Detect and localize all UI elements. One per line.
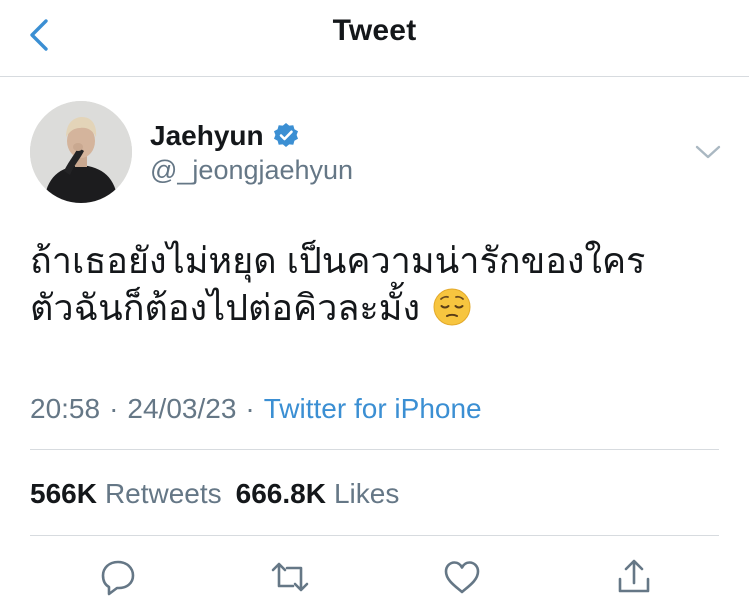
- share-icon[interactable]: [612, 555, 656, 599]
- display-name[interactable]: Jaehyun: [150, 120, 264, 152]
- retweet-icon[interactable]: [268, 555, 312, 599]
- likes-label: Likes: [333, 478, 400, 509]
- author-handle[interactable]: @_jeongjaehyun: [150, 155, 353, 186]
- page-title: Tweet: [332, 14, 417, 47]
- retweets-label: Retweets: [104, 478, 222, 509]
- tweet-meta: 20:58 · 24/03/23 · Twitter for iPhone: [30, 393, 482, 425]
- avatar[interactable]: [30, 101, 132, 203]
- meta-separator: ·: [245, 393, 255, 424]
- pensive-face-icon: [433, 288, 471, 326]
- avatar-photo: [30, 101, 132, 203]
- retweets-count: 566K: [30, 478, 97, 509]
- tweet-line: ถ้าเธอยังไม่หยุด เป็นความน่ารักของใคร: [30, 240, 646, 281]
- tweet-source-link[interactable]: Twitter for iPhone: [264, 393, 482, 424]
- meta-separator: ·: [109, 393, 119, 424]
- tweet-line: ตัวฉันก็ต้องไปต่อคิวละมั้ง: [30, 287, 421, 328]
- action-bar: [0, 555, 749, 601]
- tweet-date: 24/03/23: [127, 393, 237, 424]
- heart-icon[interactable]: [440, 555, 484, 599]
- divider: [30, 449, 719, 450]
- tweet-text: ถ้าเธอยังไม่หยุด เป็นความน่ารักของใคร ตั…: [30, 237, 730, 331]
- reply-icon[interactable]: [96, 555, 140, 599]
- chevron-down-icon[interactable]: [693, 141, 723, 163]
- likes-count: 666.8K: [235, 478, 326, 509]
- likes-stat[interactable]: 666.8K Likes: [236, 478, 400, 509]
- tweet-stats: 566K Retweets 666.8K Likes: [30, 478, 399, 510]
- nav-bar: Tweet: [0, 0, 749, 77]
- retweets-stat[interactable]: 566K Retweets: [30, 478, 222, 509]
- tweet-line-with-emoji: ตัวฉันก็ต้องไปต่อคิวละมั้ง: [30, 284, 730, 331]
- verified-badge-icon: [273, 123, 298, 147]
- tweet-time: 20:58: [30, 393, 101, 424]
- author-name-row[interactable]: Jaehyun: [150, 116, 301, 156]
- divider: [30, 535, 719, 536]
